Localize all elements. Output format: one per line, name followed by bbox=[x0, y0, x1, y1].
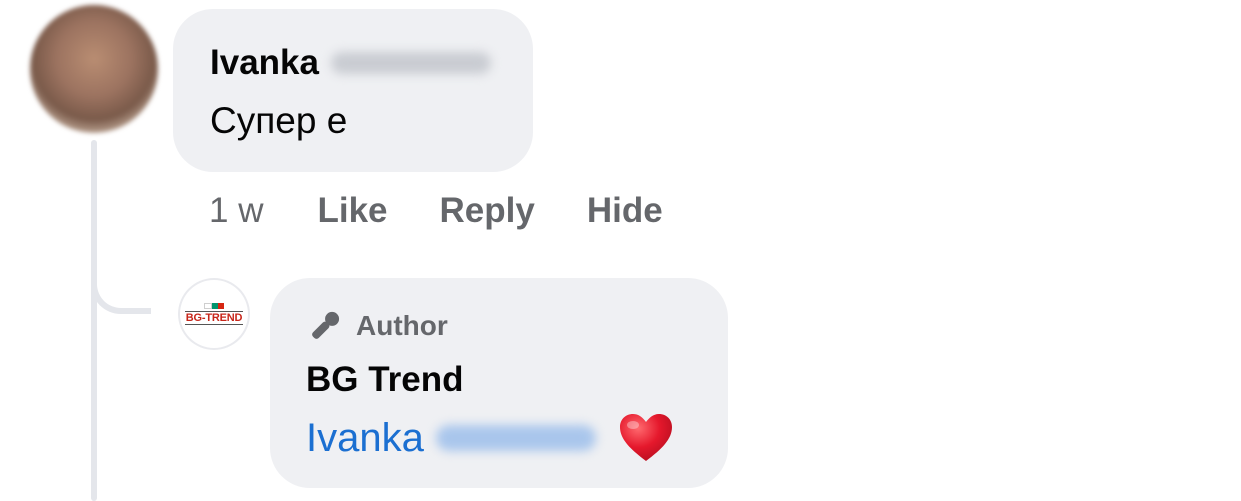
comment-author-first-name[interactable]: Ivanka bbox=[210, 43, 319, 83]
comment-author-name[interactable]: Ivanka bbox=[210, 41, 533, 85]
reply-button[interactable]: Reply bbox=[440, 191, 535, 231]
microphone-icon bbox=[306, 308, 344, 344]
hide-button[interactable]: Hide bbox=[587, 191, 663, 231]
reply-mention-row: Ivanka bbox=[306, 412, 728, 464]
commenter-avatar[interactable] bbox=[30, 5, 158, 133]
comment-timestamp[interactable]: 1 w bbox=[209, 191, 263, 231]
comment-text: Супер е bbox=[210, 100, 348, 141]
bulgarian-flag-icon bbox=[204, 303, 224, 309]
comment-bubble: Ivanka Супер е bbox=[173, 9, 533, 172]
author-badge-label: Author bbox=[356, 310, 448, 341]
heart-emoji-icon bbox=[618, 412, 674, 464]
reply-page-name[interactable]: BG Trend bbox=[306, 358, 728, 402]
reply-bubble: Author BG Trend Ivanka bbox=[270, 278, 728, 488]
mention-surname-blurred[interactable] bbox=[435, 425, 596, 451]
page-logo-text: BG-TREND bbox=[184, 311, 244, 325]
mention-link[interactable]: Ivanka bbox=[306, 416, 424, 461]
author-badge: Author bbox=[306, 308, 728, 344]
page-avatar[interactable]: BG-TREND bbox=[178, 278, 250, 350]
like-button[interactable]: Like bbox=[317, 191, 387, 231]
thread-connector-line bbox=[91, 140, 97, 501]
thread-connector-branch bbox=[91, 262, 151, 314]
comment-actions-row: 1 w Like Reply Hide bbox=[209, 188, 715, 234]
comment-author-surname-blurred bbox=[330, 52, 491, 74]
